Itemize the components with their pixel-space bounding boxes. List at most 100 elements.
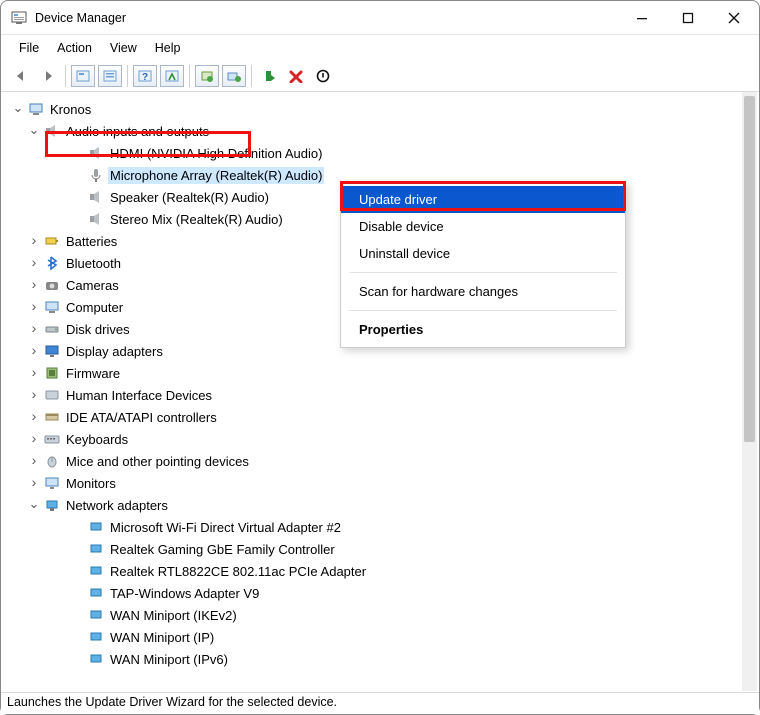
tree-category[interactable]: Monitors [9,472,755,494]
disk-icon [43,320,61,338]
node-label: Disk drives [64,321,132,338]
display-icon [43,342,61,360]
uninstall-button[interactable] [284,65,308,87]
microphone-icon [87,166,105,184]
back-button[interactable] [9,65,33,87]
toolbar: ? [1,63,759,92]
forward-button[interactable] [36,65,60,87]
network-adapter-icon [87,584,105,602]
network-adapter-icon [87,540,105,558]
context-update-driver[interactable]: Update driver [341,186,625,213]
app-icon [11,10,27,26]
speaker-icon [87,188,105,206]
node-label: Display adapters [64,343,165,360]
context-menu: Update driver Disable device Uninstall d… [340,181,626,348]
computer-icon [27,100,45,118]
node-label: Monitors [64,475,118,492]
network-icon [43,496,61,514]
tree-device[interactable]: WAN Miniport (IKEv2) [9,604,755,626]
title-bar: Device Manager [1,1,759,35]
tree-device[interactable]: WAN Miniport (IPv6) [9,648,755,670]
node-label: WAN Miniport (IKEv2) [108,607,239,624]
context-properties[interactable]: Properties [341,316,625,343]
node-label: TAP-Windows Adapter V9 [108,585,261,602]
properties-button[interactable] [98,65,122,87]
computer-icon [43,298,61,316]
context-uninstall-device[interactable]: Uninstall device [341,240,625,267]
tree-category[interactable]: Keyboards [9,428,755,450]
node-label: Bluetooth [64,255,123,272]
node-label: Cameras [64,277,121,294]
network-adapter-icon [87,518,105,536]
help-button[interactable]: ? [133,65,157,87]
minimize-button[interactable] [619,2,665,34]
node-label: Realtek RTL8822CE 802.11ac PCIe Adapter [108,563,368,580]
context-separator [349,310,617,311]
tree-device[interactable]: WAN Miniport (IP) [9,626,755,648]
context-scan[interactable]: Scan for hardware changes [341,278,625,305]
tree-device[interactable]: Realtek RTL8822CE 802.11ac PCIe Adapter [9,560,755,582]
tree-category-audio[interactable]: Audio inputs and outputs [9,120,755,142]
speaker-icon [87,144,105,162]
close-button[interactable] [711,2,757,34]
tree-device[interactable]: HDMI (NVIDIA High Definition Audio) [9,142,755,164]
node-label: HDMI (NVIDIA High Definition Audio) [108,145,324,162]
add-legacy-button[interactable] [222,65,246,87]
node-label: Mice and other pointing devices [64,453,251,470]
monitor-icon [43,474,61,492]
tree-device[interactable]: Microsoft Wi-Fi Direct Virtual Adapter #… [9,516,755,538]
network-adapter-icon [87,562,105,580]
network-adapter-icon [87,650,105,668]
context-disable-device[interactable]: Disable device [341,213,625,240]
update-driver-button[interactable] [195,65,219,87]
status-bar: Launches the Update Driver Wizard for th… [1,692,759,714]
node-label: Computer [64,299,125,316]
scan-button[interactable] [160,65,184,87]
camera-icon [43,276,61,294]
tree-category-network[interactable]: Network adapters [9,494,755,516]
window-title: Device Manager [35,11,126,25]
node-label: WAN Miniport (IP) [108,629,216,646]
node-label: IDE ATA/ATAPI controllers [64,409,219,426]
show-hidden-button[interactable] [71,65,95,87]
node-label: Stereo Mix (Realtek(R) Audio) [108,211,285,228]
node-label: Speaker (Realtek(R) Audio) [108,189,271,206]
node-label: Batteries [64,233,119,250]
menu-action[interactable]: Action [49,39,100,57]
tree-category[interactable]: Human Interface Devices [9,384,755,406]
hid-icon [43,386,61,404]
tree-root[interactable]: Kronos [9,98,755,120]
bluetooth-icon [43,254,61,272]
tree-device[interactable]: Realtek Gaming GbE Family Controller [9,538,755,560]
menu-help[interactable]: Help [147,39,189,57]
keyboard-icon [43,430,61,448]
enable-device-button[interactable] [257,65,281,87]
node-label: Microphone Array (Realtek(R) Audio) [108,167,324,184]
node-label: Realtek Gaming GbE Family Controller [108,541,337,558]
disable-device-button[interactable] [311,65,335,87]
node-label: Firmware [64,365,122,382]
tree-category[interactable]: IDE ATA/ATAPI controllers [9,406,755,428]
node-label: Kronos [48,101,93,118]
tree-device[interactable]: TAP-Windows Adapter V9 [9,582,755,604]
firmware-icon [43,364,61,382]
menu-file[interactable]: File [11,39,47,57]
battery-icon [43,232,61,250]
speaker-icon [87,210,105,228]
svg-text:?: ? [142,72,148,83]
node-label: Microsoft Wi-Fi Direct Virtual Adapter #… [108,519,343,536]
ide-icon [43,408,61,426]
node-label: Human Interface Devices [64,387,214,404]
tree-category[interactable]: Firmware [9,362,755,384]
mouse-icon [43,452,61,470]
speaker-icon [43,122,61,140]
network-adapter-icon [87,606,105,624]
menu-view[interactable]: View [102,39,145,57]
node-label: Audio inputs and outputs [64,123,211,140]
tree-category[interactable]: Mice and other pointing devices [9,450,755,472]
status-text: Launches the Update Driver Wizard for th… [7,695,337,709]
context-separator [349,272,617,273]
network-adapter-icon [87,628,105,646]
maximize-button[interactable] [665,2,711,34]
node-label: Keyboards [64,431,130,448]
